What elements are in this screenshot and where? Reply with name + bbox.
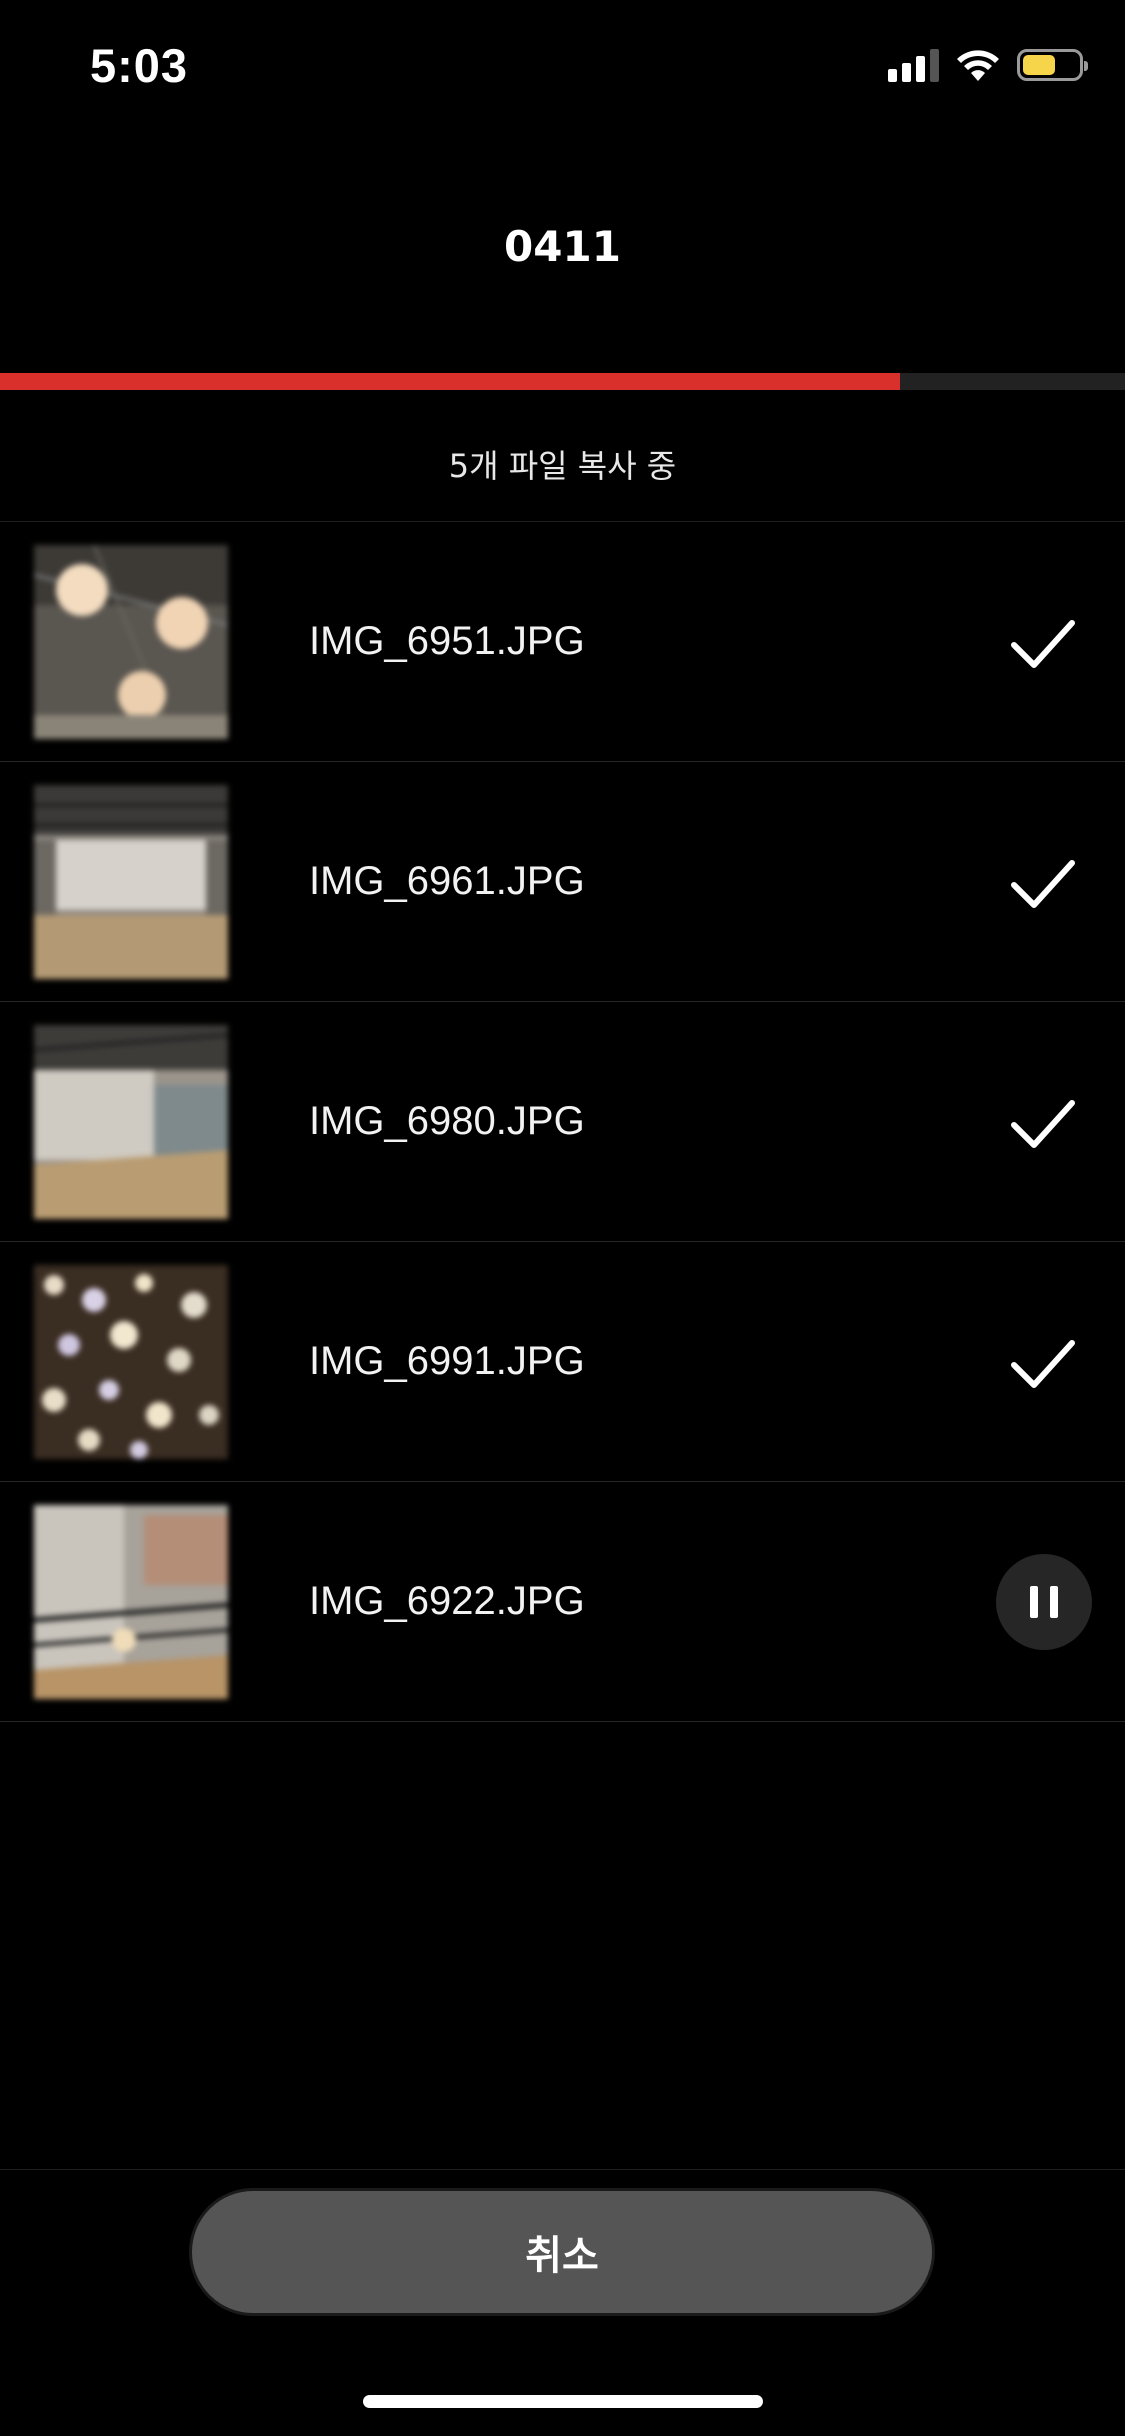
file-row[interactable]: IMG_6951.JPG [0,522,1125,762]
bottom-divider [0,2169,1125,2170]
file-name: IMG_6991.JPG [309,1339,585,1383]
file-name: IMG_6961.JPG [309,859,585,903]
file-row[interactable]: IMG_6961.JPG [0,762,1125,1002]
home-indicator[interactable] [363,2395,763,2408]
file-thumbnail [34,1025,228,1219]
file-thumbnail [34,1265,228,1459]
file-thumbnail [34,1505,228,1699]
status-icons [888,48,1088,82]
cancel-button[interactable]: 취소 [189,2188,935,2316]
wifi-icon [957,50,999,81]
file-thumbnail [34,545,228,739]
file-row[interactable]: IMG_6980.JPG [0,1002,1125,1242]
file-list: IMG_6951.JPG IMG_6961.JPG IMG_6980.JPG I… [0,521,1125,1722]
battery-icon [1017,49,1088,81]
status-time: 5:03 [90,39,189,92]
file-row[interactable]: IMG_6991.JPG [0,1242,1125,1482]
checkmark-icon [1011,620,1075,668]
file-name: IMG_6951.JPG [309,619,585,663]
pause-icon [1030,1586,1038,1618]
file-name: IMG_6980.JPG [309,1099,585,1143]
page-title: 0411 [504,222,621,271]
copy-progress-bar [0,373,1125,390]
file-name: IMG_6922.JPG [309,1579,585,1623]
checkmark-icon [1011,860,1075,908]
copy-progress-fill [0,373,900,390]
file-thumbnail [34,785,228,979]
checkmark-icon [1011,1100,1075,1148]
checkmark-icon [1011,1340,1075,1388]
pause-icon [1050,1586,1058,1618]
pause-button[interactable] [996,1554,1092,1650]
status-bar: 5:03 [0,0,1125,132]
battery-fill [1023,55,1056,75]
copy-status-text: 5개 파일 복사 중 [448,447,677,485]
signal-icon [888,48,939,82]
file-row[interactable]: IMG_6922.JPG [0,1482,1125,1722]
